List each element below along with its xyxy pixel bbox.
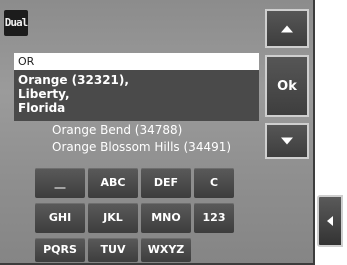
result-list: Orange (32321), Liberty, Florida Orange … <box>14 70 259 160</box>
navigation-screen: Dual OR Orange (32321), Liberty, Florida… <box>0 0 347 265</box>
down-arrow-icon <box>281 137 293 145</box>
key-wxyz[interactable]: WXYZ <box>141 238 191 262</box>
back-button[interactable] <box>317 195 343 247</box>
result-item[interactable]: Orange Blossom Hills (34491) <box>52 139 259 156</box>
up-arrow-icon <box>281 25 293 32</box>
ok-button[interactable]: Ok <box>265 55 309 117</box>
key-abc[interactable]: ABC <box>88 168 138 198</box>
key-ghi[interactable]: GHI <box>35 203 85 233</box>
key-jkl[interactable]: JKL <box>88 203 138 233</box>
search-input[interactable]: OR <box>14 53 259 70</box>
left-arrow-icon <box>327 216 333 226</box>
key-clear[interactable]: C <box>194 168 234 198</box>
key-mno[interactable]: MNO <box>141 203 191 233</box>
scroll-down-button[interactable] <box>265 123 309 159</box>
result-item[interactable]: Orange Bend (34788) <box>52 122 259 139</box>
key-pqrs[interactable]: PQRS <box>35 238 85 262</box>
key-space[interactable]: __ <box>35 168 85 198</box>
dual-logo: Dual <box>4 10 28 36</box>
city-search-panel: Dual OR Orange (32321), Liberty, Florida… <box>0 0 315 265</box>
key-def[interactable]: DEF <box>141 168 191 198</box>
ok-button-label: Ok <box>277 79 297 94</box>
scroll-up-button[interactable] <box>265 9 309 48</box>
key-tuv[interactable]: TUV <box>88 238 138 262</box>
result-item-selected[interactable]: Orange (32321), Liberty, Florida <box>14 70 259 121</box>
key-123[interactable]: 123 <box>194 203 234 233</box>
